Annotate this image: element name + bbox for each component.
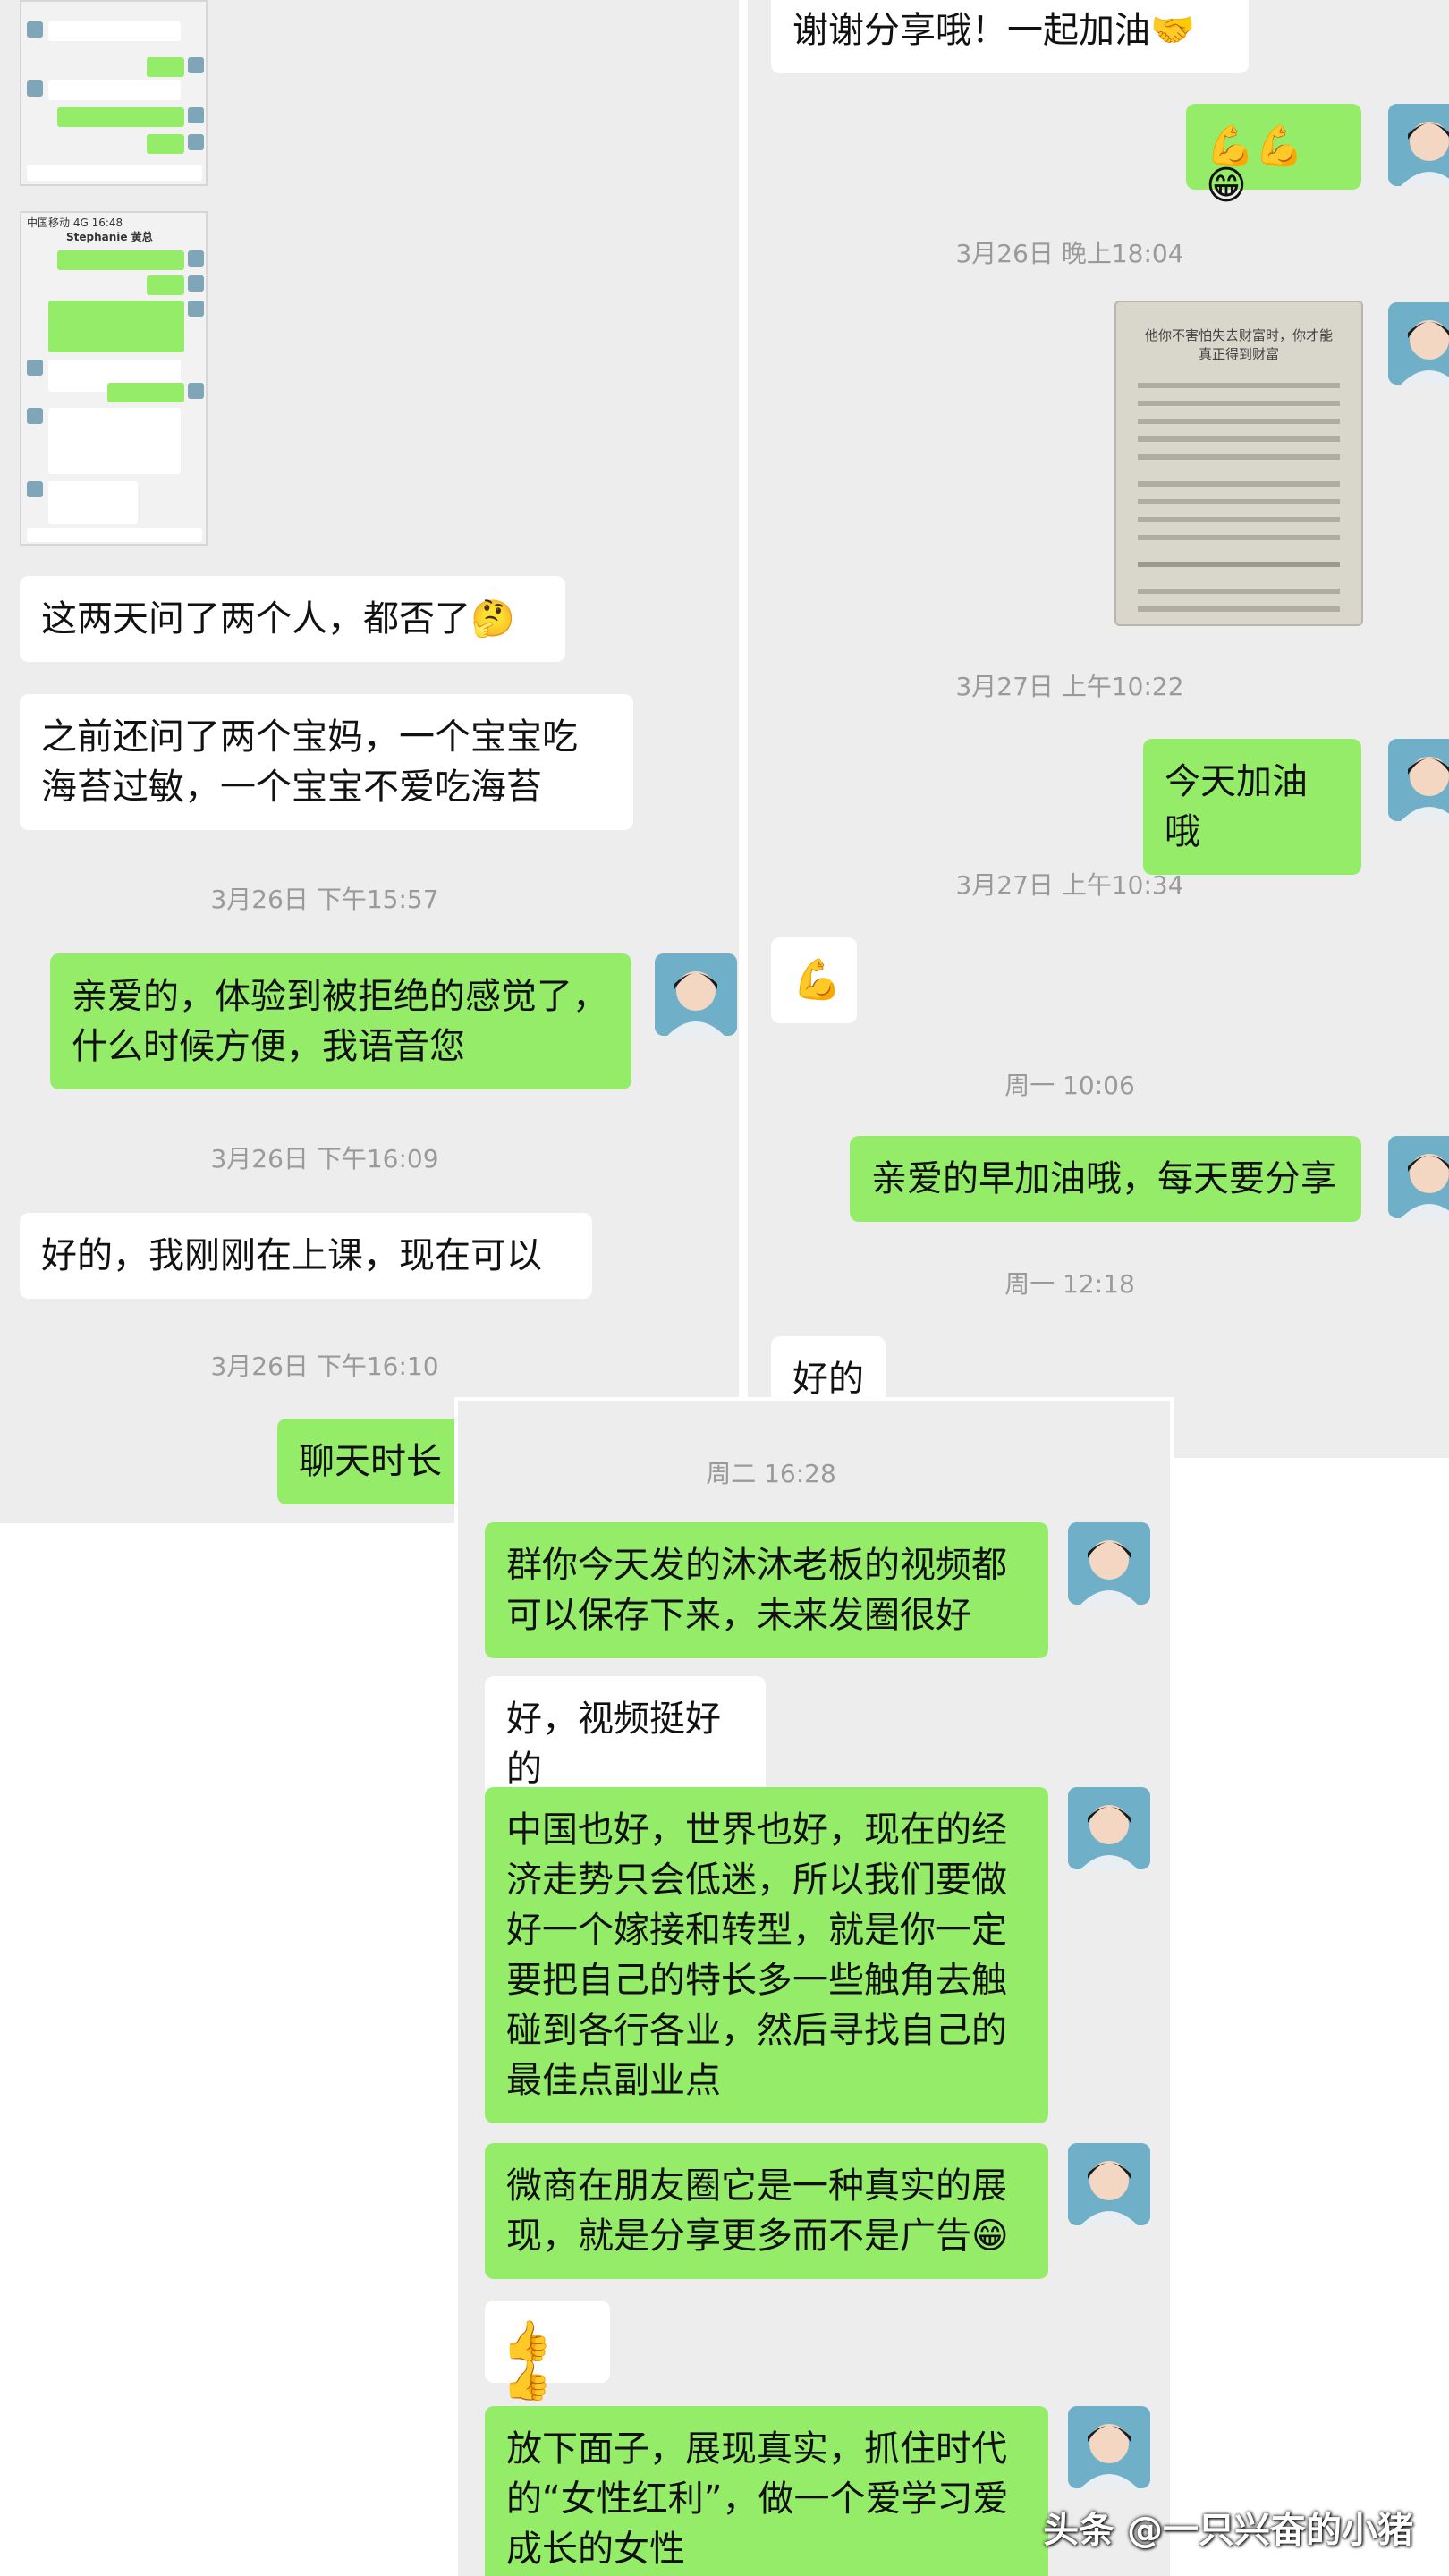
embedded-chat-screenshot-top[interactable] [20, 0, 208, 186]
mini-status-bar: 中国移动 4G 16:48 [27, 216, 123, 229]
timestamp: 周一 12:18 [1004, 1269, 1135, 1299]
chat-panel-bottom: 周二 16:28 群你今天发的沐沐老板的视频都可以保存下来，未来发圈很好 好，视… [454, 1397, 1174, 2576]
user-avatar[interactable] [1388, 104, 1449, 186]
chat-panel-left: 中国移动 4G 16:48 Stephanie 黄总 这两天问了两个人，都否了🤔… [0, 0, 739, 1523]
watermark-text: 头条 @一只兴奋的小猪 [1043, 2510, 1413, 2551]
message-outgoing[interactable]: 微商在朋友圈它是一种真实的展现，就是分享更多而不是广告😁 [485, 2143, 1048, 2279]
timestamp: 3月27日 上午10:34 [955, 870, 1184, 900]
message-incoming[interactable]: 谢谢分享哦！一起加油🤝 [771, 0, 1249, 73]
message-incoming[interactable]: 这两天问了两个人，都否了🤔 [20, 576, 565, 662]
user-avatar[interactable] [655, 953, 737, 1036]
user-avatar[interactable] [1068, 2143, 1150, 2225]
user-avatar[interactable] [1068, 1522, 1150, 1605]
timestamp: 周二 16:28 [706, 1459, 836, 1488]
timestamp: 3月26日 下午15:57 [210, 885, 439, 914]
user-avatar[interactable] [1068, 2406, 1150, 2488]
message-incoming[interactable]: 好的，我刚刚在上课，现在可以 [20, 1213, 592, 1299]
user-avatar[interactable] [1388, 1136, 1449, 1218]
message-incoming[interactable]: 之前还问了两个宝妈，一个宝宝吃海苔过敏，一个宝宝不爱吃海苔 [20, 694, 633, 830]
mini-chat-title: Stephanie 黄总 [66, 231, 153, 243]
timestamp: 3月26日 下午16:10 [210, 1352, 439, 1381]
embedded-chat-screenshot-bottom[interactable]: 中国移动 4G 16:48 Stephanie 黄总 [20, 211, 208, 546]
message-outgoing[interactable]: 亲爱的早加油哦，每天要分享 [850, 1136, 1361, 1222]
emoji-message-incoming[interactable]: 👍👍 [485, 2301, 610, 2401]
emoji-message-incoming[interactable]: 💪 [771, 937, 857, 1023]
timestamp: 周一 10:06 [1004, 1071, 1135, 1100]
user-avatar[interactable] [1388, 302, 1449, 385]
emoji-message-outgoing[interactable]: 💪💪😁 [1186, 104, 1361, 206]
user-avatar[interactable] [1388, 739, 1449, 821]
message-outgoing[interactable]: 中国也好，世界也好，现在的经济走势只会低迷，所以我们要做好一个嫁接和转型，就是你… [485, 1787, 1048, 2123]
book-page-photo[interactable]: 他你不害怕失去财富时，你才能真正得到财富 [1114, 301, 1363, 626]
chat-panel-right: 谢谢分享哦！一起加油🤝 💪💪😁 3月26日 晚上18:04 他你不害怕失去财富时… [748, 0, 1449, 1458]
book-page-header: 他你不害怕失去财富时，你才能真正得到财富 [1144, 327, 1333, 362]
message-outgoing[interactable]: 亲爱的，体验到被拒绝的感觉了，什么时候方便，我语音您 [50, 953, 631, 1089]
timestamp: 3月26日 晚上18:04 [955, 239, 1184, 268]
timestamp: 3月26日 下午16:09 [210, 1144, 439, 1174]
message-outgoing[interactable]: 今天加油哦 [1143, 739, 1361, 875]
message-outgoing[interactable]: 放下面子，展现真实，抓住时代的“女性红利”，做一个爱学习爱成长的女性 [485, 2406, 1048, 2576]
user-avatar[interactable] [1068, 1787, 1150, 1869]
timestamp: 3月27日 上午10:22 [955, 672, 1184, 701]
message-outgoing[interactable]: 群你今天发的沐沐老板的视频都可以保存下来，未来发圈很好 [485, 1522, 1048, 1658]
